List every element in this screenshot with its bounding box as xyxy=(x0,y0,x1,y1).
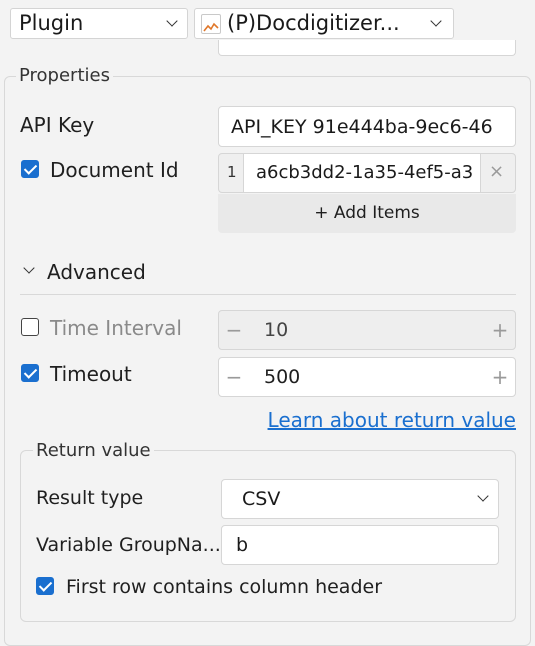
add-items-label: + Add Items xyxy=(314,203,420,223)
increment-icon[interactable]: + xyxy=(485,358,515,396)
advanced-divider xyxy=(20,294,516,295)
document-id-checkbox[interactable] xyxy=(21,160,39,178)
remove-item-icon[interactable]: × xyxy=(489,161,504,182)
advanced-label: Advanced xyxy=(47,260,146,284)
timeout-value: 500 xyxy=(264,366,301,388)
timeout-label: Timeout xyxy=(50,362,132,386)
chevron-down-icon xyxy=(430,15,442,27)
add-items-button[interactable]: + Add Items xyxy=(218,194,516,233)
learn-return-value-link[interactable]: Learn about return value xyxy=(268,408,516,432)
variable-input[interactable]: b xyxy=(221,525,499,565)
document-id-item-input[interactable]: a6cb3dd2-1a35-4ef5-a3 xyxy=(243,154,481,192)
chevron-down-icon xyxy=(477,490,489,502)
api-key-label: API Key xyxy=(20,113,95,137)
decrement-icon[interactable]: − xyxy=(219,311,249,349)
result-type-value: CSV xyxy=(242,488,281,510)
time-interval-stepper[interactable]: − 10 + xyxy=(218,310,516,350)
plugin-logo-icon xyxy=(201,14,221,34)
timeout-checkbox[interactable] xyxy=(21,364,39,382)
chevron-down-icon xyxy=(166,15,178,27)
plugin-select[interactable]: (P)Docdigitizer... xyxy=(194,8,454,39)
document-id-label: Document Id xyxy=(50,158,179,182)
api-key-input[interactable]: API_KEY 91e444ba-9ec6-46 xyxy=(218,106,516,147)
increment-icon[interactable]: + xyxy=(485,311,515,349)
document-id-item: 1 a6cb3dd2-1a35-4ef5-a3 × xyxy=(218,153,516,193)
previous-field-edge xyxy=(218,40,516,56)
first-row-label: First row contains column header xyxy=(66,576,383,598)
plugin-select-value: (P)Docdigitizer... xyxy=(227,11,400,35)
category-select[interactable]: Plugin xyxy=(10,8,188,39)
first-row-checkbox[interactable] xyxy=(36,577,54,595)
advanced-toggle[interactable]: Advanced xyxy=(20,258,180,286)
timeout-stepper[interactable]: − 500 + xyxy=(218,357,516,397)
document-id-item-value: a6cb3dd2-1a35-4ef5-a3 xyxy=(256,162,474,183)
time-interval-checkbox[interactable] xyxy=(21,318,39,336)
decrement-icon[interactable]: − xyxy=(219,358,249,396)
category-select-value: Plugin xyxy=(19,11,84,35)
chevron-down-icon xyxy=(23,262,35,274)
variable-value: b xyxy=(236,534,249,556)
result-type-label: Result type xyxy=(36,487,144,509)
properties-title: Properties xyxy=(16,65,113,86)
time-interval-label: Time Interval xyxy=(50,316,182,340)
return-value-title: Return value xyxy=(33,440,154,461)
time-interval-value: 10 xyxy=(264,319,289,341)
result-type-select[interactable]: CSV xyxy=(221,479,499,519)
variable-label: Variable GroupNa... xyxy=(36,534,221,556)
item-index: 1 xyxy=(227,163,237,181)
